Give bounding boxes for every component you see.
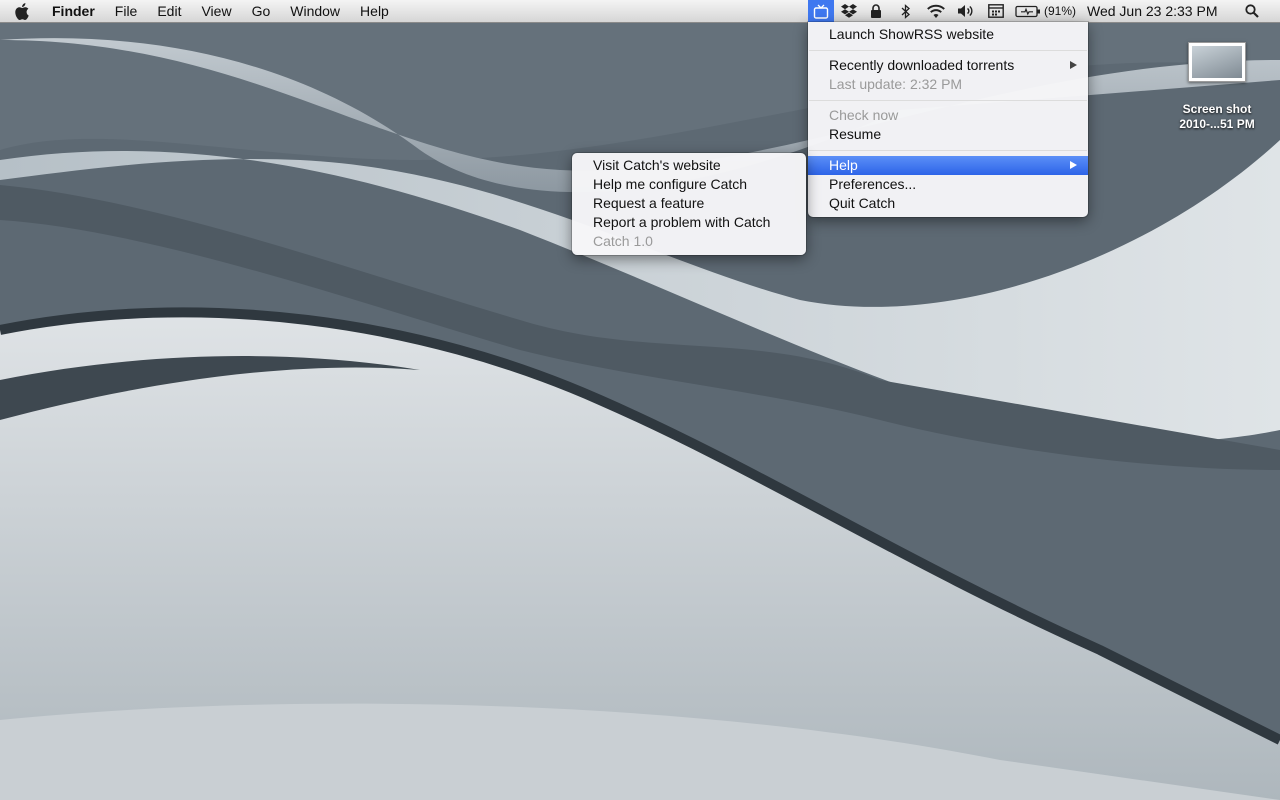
menubar-clock[interactable]: Wed Jun 23 2:33 PM xyxy=(1087,0,1217,22)
menu-item-resume[interactable]: Resume xyxy=(808,125,1088,144)
menu-item-request-feature[interactable]: Request a feature xyxy=(572,194,806,213)
calendar-icon[interactable] xyxy=(986,0,1006,22)
catch-menu: Launch ShowRSS website Recently download… xyxy=(808,22,1088,217)
menu-item-check-now: Check now xyxy=(829,107,899,123)
menu-edit[interactable]: Edit xyxy=(147,0,191,22)
menu-item-visit-website[interactable]: Visit Catch's website xyxy=(572,156,806,175)
menu-separator xyxy=(809,150,1087,151)
menu-item-report-problem[interactable]: Report a problem with Catch xyxy=(572,213,806,232)
bluetooth-icon[interactable] xyxy=(896,0,916,22)
dropbox-icon[interactable] xyxy=(838,0,860,22)
volume-icon[interactable] xyxy=(955,0,977,22)
menu-item-version: Catch 1.0 xyxy=(593,233,653,249)
menu-item-help[interactable]: Help xyxy=(808,156,1088,175)
menu-item-configure[interactable]: Help me configure Catch xyxy=(572,175,806,194)
battery-percent: (91%) xyxy=(1044,4,1077,18)
menu-go[interactable]: Go xyxy=(242,0,281,22)
menu-item-preferences[interactable]: Preferences... xyxy=(808,175,1088,194)
menu-finder[interactable]: Finder xyxy=(44,0,105,22)
menu-item-launch-showrss[interactable]: Launch ShowRSS website xyxy=(808,25,1088,44)
menu-help[interactable]: Help xyxy=(350,0,399,22)
menu-view[interactable]: View xyxy=(191,0,241,22)
menu-separator xyxy=(809,100,1087,101)
help-submenu: Visit Catch's website Help me configure … xyxy=(572,153,806,255)
menu-bar: Finder File Edit View Go Window Help (91… xyxy=(0,0,1280,23)
submenu-arrow-icon xyxy=(1070,61,1077,69)
lock-icon[interactable] xyxy=(866,0,886,22)
menu-window[interactable]: Window xyxy=(280,0,350,22)
menu-separator xyxy=(809,50,1087,51)
battery-icon[interactable] xyxy=(1014,0,1042,22)
desktop-file-label: Screen shot 2010-...51 PM xyxy=(1166,102,1268,132)
screenshot-thumbnail-icon xyxy=(1188,42,1246,82)
spotlight-icon[interactable] xyxy=(1240,0,1264,22)
submenu-arrow-icon xyxy=(1070,161,1077,169)
apple-menu-icon[interactable] xyxy=(0,0,44,22)
desktop-wallpaper xyxy=(0,0,1280,800)
wifi-icon[interactable] xyxy=(924,0,948,22)
menu-item-recent-torrents[interactable]: Recently downloaded torrents xyxy=(808,56,1088,75)
catch-tv-icon[interactable] xyxy=(808,0,834,22)
menu-item-quit[interactable]: Quit Catch xyxy=(808,194,1088,213)
menu-file[interactable]: File xyxy=(105,0,148,22)
menu-item-label: Help xyxy=(829,157,858,173)
menu-item-label: Recently downloaded torrents xyxy=(829,57,1015,73)
desktop-file-label-line1: Screen shot xyxy=(1182,102,1252,116)
desktop-file-screenshot[interactable]: Screen shot 2010-...51 PM xyxy=(1166,42,1268,132)
menu-item-last-update: Last update: 2:32 PM xyxy=(829,76,963,92)
desktop-file-label-line2: 2010-...51 PM xyxy=(1179,117,1255,131)
